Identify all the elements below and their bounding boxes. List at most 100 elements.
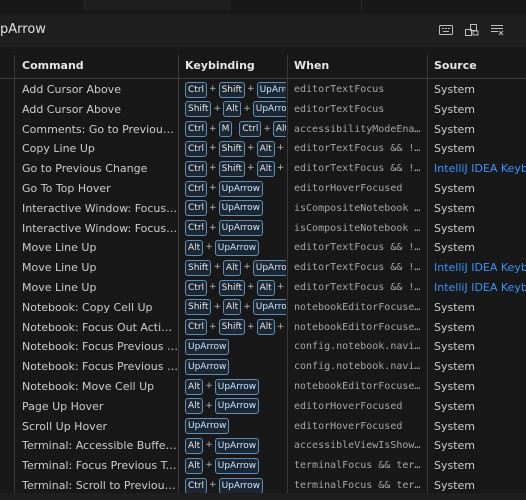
- keybinding-cell[interactable]: UpArrow: [185, 357, 286, 376]
- keyboard-icon[interactable]: [438, 23, 454, 37]
- when-cell: accessibilityModeEnable...: [294, 123, 426, 135]
- table-row[interactable]: Scroll Up Hover UpArrow editorHoverFocused…: [0, 417, 526, 436]
- source-extension-link[interactable]: IntelliJ IDEA Keybindings: [434, 159, 526, 178]
- keybinding-cell[interactable]: Ctrl + UpArrow: [185, 219, 286, 238]
- source-cell: System: [434, 300, 476, 314]
- keycap: Ctrl: [185, 279, 208, 296]
- when-cell: editorHoverFocused: [294, 183, 403, 194]
- source-cell: System: [434, 122, 476, 136]
- table-row[interactable]: Add Cursor AboveShift+Alt+UpArroweditorT…: [0, 100, 526, 119]
- table-row[interactable]: Notebook: Focus Previous Cel... UpArrow co…: [0, 337, 526, 356]
- when-cell: notebookEditorFocused &...: [294, 321, 426, 333]
- keycap: Alt: [223, 101, 242, 118]
- keybinding-cell[interactable]: Shift+Alt+UpArrow: [185, 298, 286, 317]
- table-row[interactable]: Move Line Up Ctrl+Shift+Alt+UpArrow editor…: [0, 278, 526, 297]
- key-plus: +: [209, 183, 217, 193]
- keycap: Shift: [218, 319, 246, 336]
- column-header-source: Source: [434, 59, 477, 72]
- command-cell: Go to Previous Change: [22, 162, 148, 176]
- keybinding-cell[interactable]: Alt + UpArrow: [185, 436, 286, 455]
- keycap: UpArrow: [214, 457, 260, 474]
- key-plus: +: [247, 84, 255, 94]
- key-plus: +: [209, 123, 217, 134]
- table-row[interactable]: Notebook: Focus Previous Cel... UpArrow co…: [0, 357, 526, 376]
- keybinding-cell[interactable]: Ctrl+Shift+Alt+UpArrow: [185, 318, 286, 337]
- keybinding-cell[interactable]: Alt + UpArrow: [185, 238, 286, 257]
- table-row[interactable]: Comments: Go to Previous Co...Ctrl+MCtrl…: [0, 120, 526, 139]
- table-row[interactable]: Copy Line Up Ctrl+Shift+Alt+UpArrow editor…: [0, 139, 526, 158]
- column-header-when: When: [294, 59, 330, 72]
- when-cell: isCompositeNotebook && ...: [294, 202, 426, 214]
- keybinding-cell[interactable]: Ctrl+Shift+Alt+UpArrow: [185, 159, 286, 178]
- table-row[interactable]: Terminal: Accessible Buffer G... Alt + UpAr…: [0, 436, 526, 455]
- keycap: Alt: [223, 299, 242, 316]
- keycap: UpArrow: [252, 299, 286, 316]
- table-row[interactable]: Page Up Hover Alt + UpArrow editorHoverFocus…: [0, 397, 526, 416]
- when-cell: editorTextFocus && !edi...: [294, 262, 426, 274]
- keycap: UpArrow: [214, 437, 260, 454]
- table-row[interactable]: Move Line Up Alt + UpArrow editorTextFocus &…: [0, 238, 526, 257]
- key-plus: +: [205, 242, 213, 253]
- when-cell: config.notebook.navigat...: [294, 341, 426, 353]
- key-plus: +: [263, 123, 271, 134]
- command-cell: Move Line Up: [22, 281, 97, 294]
- keybinding-cell[interactable]: Ctrl + UpArrow: [185, 199, 286, 218]
- when-cell: notebookEditorFocused &...: [294, 301, 426, 313]
- keybinding-cell[interactable]: Ctrl+MCtrl+Alt: [185, 120, 286, 139]
- source-extension-link[interactable]: IntelliJ IDEA Keybindings: [434, 278, 526, 297]
- source-extension-link[interactable]: IntelliJ IDEA Keybindings: [434, 258, 526, 277]
- when-cell: editorTextFocus: [294, 103, 385, 115]
- key-plus: +: [209, 321, 217, 332]
- keybinding-cell[interactable]: UpArrow: [185, 337, 286, 356]
- keybinding-cell[interactable]: Alt + UpArrow: [185, 397, 286, 416]
- keycap: Ctrl: [185, 121, 208, 138]
- editor-tab[interactable]: [231, 0, 362, 10]
- keycap: Ctrl: [239, 121, 262, 138]
- command-cell: Go To Top Hover: [22, 182, 111, 195]
- source-cell: System: [434, 201, 476, 215]
- keybinding-cell[interactable]: Alt + UpArrow: [185, 377, 286, 396]
- keycap: Shift: [185, 299, 212, 316]
- table-row[interactable]: Notebook: Move Cell Up Alt + UpArrow noteboo…: [0, 377, 526, 396]
- editor-tab-active[interactable]: [84, 0, 233, 10]
- table-row[interactable]: Interactive Window: Focus His... Ctrl+UpA…: [0, 219, 526, 238]
- key-plus: +: [205, 381, 213, 391]
- table-row[interactable]: Add Cursor AboveCtrl+Shift+UpArroweditor…: [0, 80, 526, 99]
- keycap: Shift: [218, 160, 246, 177]
- keycap: Ctrl: [185, 160, 208, 177]
- keybinding-cell[interactable]: Shift+Alt+UpArrow: [185, 258, 286, 277]
- keybinding-cell[interactable]: Ctrl + UpArrow: [185, 179, 286, 198]
- column-header-command: Command: [22, 59, 84, 72]
- sort-precedence-icon[interactable]: [464, 23, 480, 37]
- keycap: UpArrow: [218, 180, 263, 197]
- command-cell: Add Cursor Above: [22, 83, 121, 96]
- clear-filter-icon[interactable]: [490, 23, 506, 37]
- keybinding-cell[interactable]: Ctrl+Shift+UpArrow: [185, 80, 286, 99]
- keycap: Ctrl: [185, 180, 208, 197]
- table-row[interactable]: Notebook: Focus Out Active C... Ctrl+Shif…: [0, 318, 526, 337]
- keycap: Alt: [185, 437, 204, 454]
- source-cell: System: [434, 459, 476, 473]
- key-plus: +: [205, 460, 213, 471]
- key-plus: +: [247, 321, 255, 332]
- keycap: Alt: [185, 457, 204, 474]
- table-row[interactable]: Terminal: Focus Previous Ter... Alt + UpArr…: [0, 456, 526, 475]
- keybinding-cell[interactable]: Shift+Alt+UpArrow: [185, 100, 286, 119]
- key-plus: +: [243, 103, 251, 114]
- table-row[interactable]: Go to Previous Change Ctrl+Shift+Alt+UpAr…: [0, 159, 526, 178]
- keybinding-cell[interactable]: UpArrow: [185, 417, 286, 436]
- table-row[interactable]: Notebook: Copy Cell UpShift+Alt+UpArrown…: [0, 298, 526, 317]
- keycap: UpArrow: [256, 81, 286, 98]
- keybinding-cell[interactable]: Ctrl+Shift+Alt+UpArrow: [185, 139, 286, 158]
- keybinding-cell[interactable]: Ctrl+Shift+Alt+UpArrow: [185, 278, 286, 297]
- keybinding-cell[interactable]: Alt + UpArrow: [185, 456, 286, 475]
- keycap: Alt: [256, 160, 275, 177]
- keycap: Ctrl: [185, 477, 208, 494]
- table-row[interactable]: Go To Top Hover Ctrl + UpArrow editorHoverFo…: [0, 179, 526, 198]
- key-plus: +: [243, 301, 251, 312]
- command-cell: Notebook: Focus Out Active C...: [22, 320, 178, 334]
- keycap: Alt: [256, 319, 275, 336]
- search-input[interactable]: pArrow: [0, 20, 440, 40]
- table-row[interactable]: Move Line UpShift+Alt+UpArroweditorTextF…: [0, 258, 526, 277]
- table-row[interactable]: Interactive Window: Focus His... Ctrl+UpA…: [0, 199, 526, 218]
